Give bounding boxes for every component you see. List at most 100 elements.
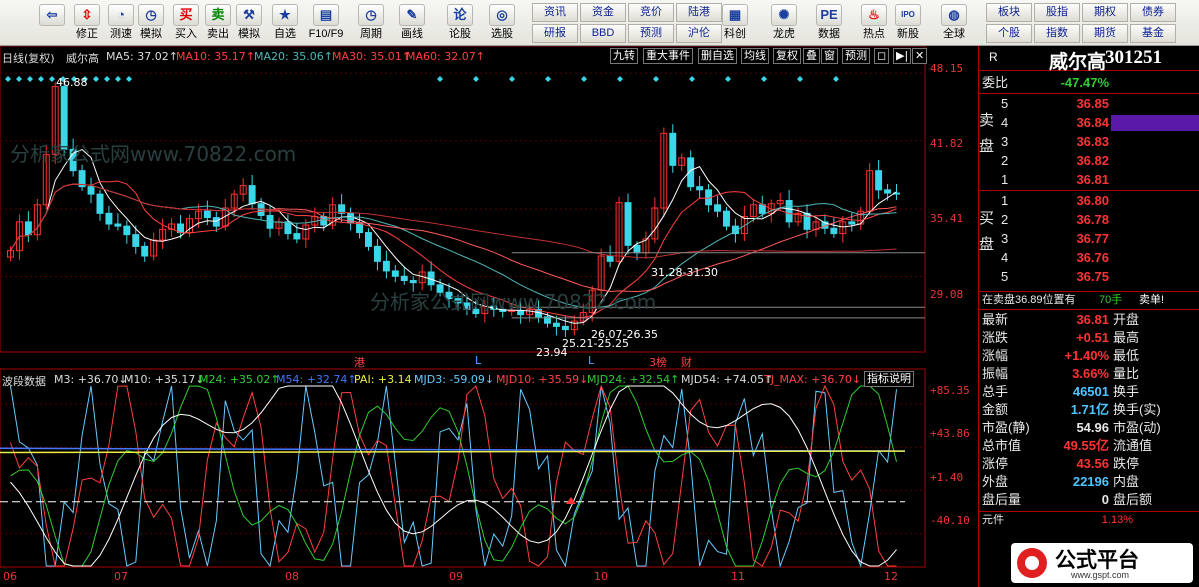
indicator-mjd24: MJD24: +32.54↑	[587, 373, 680, 386]
quick-button-12[interactable]: 个股	[986, 24, 1032, 43]
ma30-line	[10, 183, 897, 293]
indicator-mjd54: MJD54: +74.05↑	[681, 373, 774, 386]
chart-tool-button-10[interactable]: ✕	[912, 48, 928, 64]
stock-name-label: 威尔高	[66, 52, 99, 65]
toolbar-button-17[interactable]: IPO 新股	[890, 2, 926, 44]
event-marker[interactable]: 港	[354, 354, 365, 370]
toolbar-button-4[interactable]: 买买入	[168, 2, 204, 44]
indicator-help-button[interactable]: 指标说明	[864, 371, 914, 387]
quick-button-10[interactable]: 期权	[1082, 3, 1128, 22]
indicator-m54: M54: +32.74↑	[276, 373, 357, 386]
toolbar-button-9[interactable]: ◷ 周期	[353, 2, 389, 44]
position-text: 在卖盘36.89位置有	[982, 294, 1076, 306]
sell-level-row: 5 36.85	[979, 95, 1199, 113]
event-diamond-icon	[689, 76, 695, 82]
chart-tool-button-1[interactable]: 重大事件	[643, 48, 693, 64]
buy-level-row: 3 36.77	[979, 230, 1199, 248]
toolbar-button-13[interactable]: ▦ 科创	[717, 2, 753, 44]
row-label: 5	[1001, 269, 1009, 284]
toolbar-button-label: 科创	[724, 28, 746, 40]
stat-row: 振幅 3.66% 量比	[979, 365, 1199, 383]
quick-button-2[interactable]: 竞价	[628, 3, 674, 22]
stat-row: 金额 1.71亿 换手(实)	[979, 401, 1199, 419]
toolbar-button-18[interactable]: ◍ 全球	[936, 2, 972, 44]
candle-body	[320, 216, 328, 226]
row-label: 涨跌	[982, 330, 1009, 345]
row-value: 3.66%	[1072, 366, 1109, 381]
toolbar-button-7[interactable]: ★ 自选	[267, 2, 303, 44]
r-tab[interactable]: R	[989, 50, 998, 64]
globe-icon: ◍	[941, 4, 967, 26]
quick-button-7[interactable]: 沪伦	[676, 24, 722, 43]
quick-button-15[interactable]: 基金	[1130, 24, 1176, 43]
chart-tool-button-2[interactable]: 删自选	[698, 48, 737, 64]
quick-button-6[interactable]: 预测	[628, 24, 674, 43]
toolbar-button-11[interactable]: 论论股	[442, 2, 478, 44]
position-row: 在卖盘36.89位置有 70手 卖单!	[979, 291, 1199, 309]
event-diamond-icon	[16, 76, 22, 82]
stat-right-label: 盘后额	[1113, 492, 1153, 507]
event-marker[interactable]: L	[475, 354, 481, 367]
event-diamond-icon	[509, 76, 515, 82]
quick-button-0[interactable]: 资讯	[532, 3, 578, 22]
toolbar-button-14[interactable]: ✺ 龙虎	[766, 2, 802, 44]
chart-tool-button-0[interactable]: 九转	[610, 48, 638, 64]
quick-button-13[interactable]: 指数	[1034, 24, 1080, 43]
row-value: 54.96	[1076, 420, 1109, 435]
toolbar-button-0[interactable]: ⇦	[34, 2, 70, 44]
chart-tool-button-8[interactable]: ◻	[874, 48, 890, 64]
quick-button-11[interactable]: 债券	[1130, 3, 1176, 22]
chart-tool-button-3[interactable]: 均线	[741, 48, 769, 64]
price-axis-label: 29.08	[930, 288, 964, 301]
toolbar-button-12[interactable]: ◎ 选股	[484, 2, 520, 44]
event-diamond-icon	[473, 76, 479, 82]
row-value: 36.75	[1076, 269, 1109, 284]
chart-tool-button-5[interactable]: 叠	[803, 48, 820, 64]
period-label[interactable]: 日线(复权)	[2, 50, 55, 66]
toolbar-button-6[interactable]: ⚒ 模拟	[231, 2, 267, 44]
toolbar-button-1[interactable]: ⇳ 修正	[69, 2, 105, 44]
quick-button-9[interactable]: 股指	[1034, 3, 1080, 22]
position-tag: 卖单!	[1139, 294, 1165, 306]
row-label: 4	[1001, 115, 1009, 130]
toolbar-button-10[interactable]: ✎ 画线	[394, 2, 430, 44]
event-diamond-icon	[49, 76, 55, 82]
row-value: 49.55亿	[1063, 438, 1109, 453]
chart-board-icon: ▦	[722, 4, 748, 26]
chart-tool-button-7[interactable]: 预测	[842, 48, 870, 64]
quick-button-5[interactable]: BBD	[580, 24, 626, 43]
chart-tool-button-9[interactable]: ▶|	[893, 48, 912, 64]
row-value: 36.85	[1076, 96, 1109, 111]
quick-button-3[interactable]: 陆港	[676, 3, 722, 22]
candle-body	[132, 234, 140, 247]
candle-body	[445, 291, 453, 300]
ma20-label: MA20: 35.06↑	[254, 50, 333, 63]
kline-chart-svg[interactable]	[0, 46, 978, 587]
toolbar-button-label: 新股	[897, 28, 919, 40]
indicator-name[interactable]: 波段数据	[2, 373, 46, 389]
toolbar-button-15[interactable]: PE 数据	[811, 2, 847, 44]
event-marker[interactable]: L	[588, 354, 594, 367]
toolbar-button-3[interactable]: ◷ 模拟	[133, 2, 169, 44]
indicator-series-line	[10, 384, 897, 567]
quick-button-4[interactable]: 研报	[532, 24, 578, 43]
toolbar-button-8[interactable]: ▤ F10/F9	[308, 2, 344, 44]
candle-body	[472, 308, 480, 315]
row-value: 22196	[1072, 474, 1109, 489]
toolbar-button-16[interactable]: ♨ 热点	[856, 2, 892, 44]
quick-button-1[interactable]: 资金	[580, 3, 626, 22]
row-value: 36.82	[1076, 153, 1109, 168]
chart-area[interactable]: 日线(复权) 威尔高 MA5: 37.02↑ MA10: 35.17↑ MA20…	[0, 46, 978, 587]
event-diamond-icon	[725, 76, 731, 82]
event-marker[interactable]: 财	[681, 354, 692, 370]
chart-tool-button-4[interactable]: 复权	[773, 48, 801, 64]
event-diamond-icon	[126, 76, 132, 82]
quote-header: R 威尔高 301251	[979, 46, 1199, 73]
quick-button-8[interactable]: 板块	[986, 3, 1032, 22]
candle-body	[87, 186, 95, 195]
event-marker[interactable]: 3榜	[649, 354, 667, 370]
toolbar-button-label: 修正	[76, 28, 98, 40]
stock-code: 301251	[1105, 47, 1162, 68]
quick-button-14[interactable]: 期货	[1082, 24, 1128, 43]
chart-tool-button-6[interactable]: 窗	[821, 48, 838, 64]
